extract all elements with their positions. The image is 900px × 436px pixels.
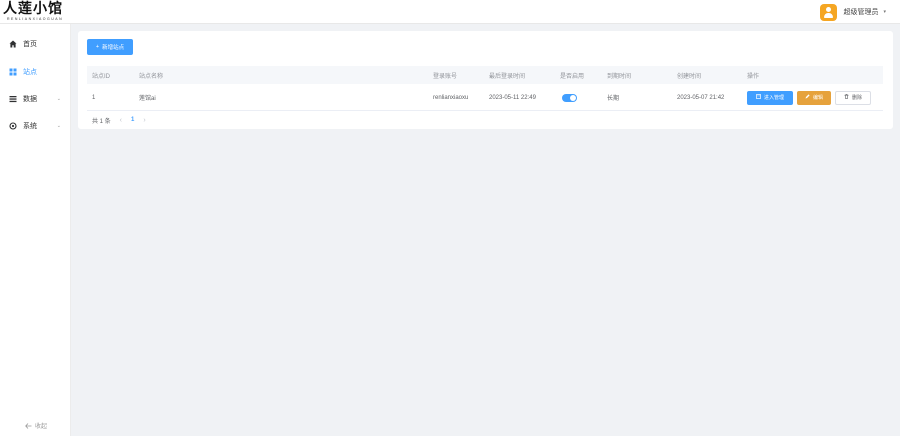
collapse-button[interactable]: 收起	[25, 421, 47, 430]
column-header[interactable]: 站点ID	[92, 66, 110, 84]
pagination: 共 1 条 ‹ 1 ›	[92, 115, 155, 125]
logo[interactable]: 人莲小馆 RENLIANXIAOGUAN	[3, 2, 69, 22]
plus-icon: +	[95, 44, 100, 50]
sidebar-item-label: 站点	[23, 69, 37, 76]
gear-icon	[9, 122, 17, 130]
sidebar-item-label: 系统	[23, 123, 37, 130]
last-login-time: 2023-05-11 22:49	[489, 94, 536, 101]
column-header[interactable]: 到期时间	[607, 66, 631, 84]
sidebar-item-system[interactable]: 系统 ⌄	[0, 117, 71, 135]
sidebar-item-label: 数据	[23, 96, 37, 103]
edit-icon	[805, 94, 810, 101]
expire-time: 长期	[607, 96, 620, 102]
created-time: 2023-05-07 21:42	[677, 94, 725, 101]
site-id: 1	[92, 94, 96, 101]
site-name: 莲馆ai	[139, 96, 156, 102]
trash-icon	[844, 94, 849, 101]
arrow-left-icon	[25, 422, 32, 429]
row-actions: 进入管理 编辑 删除	[747, 85, 875, 110]
page-number[interactable]: 1	[131, 117, 134, 123]
login-account: renlianxiaoxu	[433, 94, 469, 101]
user-name[interactable]: 超级管理员	[843, 7, 878, 17]
add-site-label: 新增站点	[102, 45, 125, 51]
column-header[interactable]: 最后登录时间	[489, 66, 525, 84]
column-header[interactable]: 创建时间	[677, 66, 701, 84]
collapse-label: 收起	[35, 424, 48, 430]
building-icon	[756, 94, 761, 101]
logo-subtext: RENLIANXIAOGUAN	[7, 17, 64, 21]
enabled-toggle[interactable]	[562, 85, 577, 110]
chevron-down-icon[interactable]: ▾	[883, 9, 886, 15]
column-header[interactable]: 是否启用	[560, 66, 584, 84]
avatar[interactable]	[820, 3, 838, 21]
column-header[interactable]: 站点名称	[139, 66, 163, 84]
add-site-button[interactable]: + 新增站点	[87, 39, 133, 55]
table-header: 站点ID 站点名称 登录账号 最后登录时间 是否启用 到期时间 创建时间 操作	[87, 66, 883, 84]
table-row: 1 莲馆ai renlianxiaoxu 2023-05-11 22:49 长期…	[87, 85, 883, 111]
sidebar-item-sites[interactable]: 站点	[0, 63, 71, 81]
user-menu[interactable]: 超级管理员 ▾	[820, 3, 886, 21]
chevron-down-icon: ⌄	[56, 123, 61, 129]
total-count: 共 1 条	[92, 118, 111, 125]
sites-panel: + 新增站点 站点ID 站点名称 登录账号 最后登录时间 是否启用 到期时间 创…	[78, 31, 893, 129]
chevron-down-icon: ⌄	[56, 96, 61, 102]
user-icon	[826, 6, 832, 12]
list-icon	[9, 95, 17, 103]
toggle-switch[interactable]	[562, 93, 577, 102]
top-header: 人莲小馆 RENLIANXIAOGUAN 超级管理员 ▾	[0, 0, 900, 24]
sidebar-item-home[interactable]: 首页	[0, 35, 71, 53]
enter-admin-button[interactable]: 进入管理	[747, 90, 793, 105]
next-page-icon[interactable]: ›	[143, 117, 145, 124]
grid-icon	[9, 68, 17, 76]
logo-text: 人莲小馆	[3, 1, 63, 17]
delete-button[interactable]: 删除	[835, 90, 871, 105]
column-header[interactable]: 登录账号	[433, 66, 457, 84]
home-icon	[9, 40, 17, 48]
edit-button[interactable]: 编辑	[797, 90, 831, 105]
column-header: 操作	[747, 73, 760, 80]
sidebar-item-data[interactable]: 数据 ⌄	[0, 90, 71, 108]
prev-page-icon[interactable]: ‹	[120, 117, 122, 124]
sidebar-item-label: 首页	[23, 41, 37, 48]
sidebar: 首页 站点 数据 ⌄ 系统 ⌄ 收起	[0, 24, 71, 436]
